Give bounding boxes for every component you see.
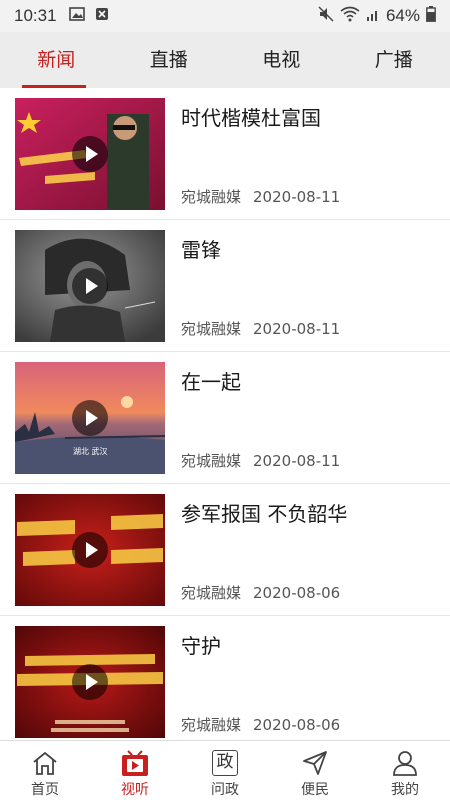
news-date: 2020-08-06 bbox=[253, 584, 341, 602]
list-item[interactable]: 参军报国 不负韶华 宛城融媒 2020-08-06 bbox=[0, 484, 450, 616]
news-source: 宛城融媒 bbox=[181, 320, 242, 338]
video-thumbnail[interactable] bbox=[15, 494, 165, 606]
zheng-icon-text: 政 bbox=[212, 750, 238, 776]
send-icon bbox=[300, 749, 330, 777]
battery-icon bbox=[426, 5, 436, 27]
news-title: 守护 bbox=[181, 634, 221, 658]
nav-service-label: 便民 bbox=[301, 782, 329, 798]
news-date: 2020-08-11 bbox=[253, 188, 341, 206]
nav-video-label: 视听 bbox=[121, 782, 149, 798]
play-icon bbox=[72, 268, 108, 304]
nav-home[interactable]: 首页 bbox=[0, 741, 90, 800]
news-source: 宛城融媒 bbox=[181, 452, 242, 470]
bottom-nav: 首页 视听 政 问政 便民 我的 bbox=[0, 740, 450, 800]
news-source: 宛城融媒 bbox=[181, 584, 242, 602]
news-title: 雷锋 bbox=[181, 238, 221, 262]
image-icon bbox=[68, 6, 85, 26]
play-icon bbox=[72, 664, 108, 700]
notification-icon bbox=[95, 6, 109, 26]
wifi-icon bbox=[340, 6, 360, 27]
list-item[interactable]: 湖北 武汉 在一起 宛城融媒 2020-08-11 bbox=[0, 352, 450, 484]
news-title: 在一起 bbox=[181, 370, 241, 394]
news-title: 参军报国 不负韶华 bbox=[181, 502, 348, 526]
video-icon bbox=[120, 749, 150, 777]
news-source: 宛城融媒 bbox=[181, 716, 242, 734]
news-date: 2020-08-11 bbox=[253, 452, 341, 470]
news-meta: 宛城融媒 2020-08-11 bbox=[181, 318, 340, 339]
news-meta: 宛城融媒 2020-08-11 bbox=[181, 450, 340, 471]
list-item[interactable]: 时代楷模杜富国 宛城融媒 2020-08-11 bbox=[0, 88, 450, 220]
video-thumbnail[interactable] bbox=[15, 626, 165, 738]
thumbnail-caption: 湖北 武汉 bbox=[73, 447, 108, 456]
tab-tv[interactable]: 电视 bbox=[225, 32, 338, 88]
tab-news[interactable]: 新闻 bbox=[0, 32, 113, 88]
signal-icon bbox=[366, 6, 380, 26]
tab-radio[interactable]: 广播 bbox=[338, 32, 450, 88]
news-meta: 宛城融媒 2020-08-06 bbox=[181, 582, 340, 603]
status-time: 10:31 bbox=[14, 6, 57, 25]
play-icon bbox=[72, 400, 108, 436]
news-list: 时代楷模杜富国 宛城融媒 2020-08-11 雷锋 宛城融媒 2020-08-11 bbox=[0, 88, 450, 740]
category-tabs: 新闻 直播 电视 广播 bbox=[0, 32, 450, 88]
video-thumbnail[interactable]: 湖北 武汉 bbox=[15, 362, 165, 474]
user-icon bbox=[390, 749, 420, 777]
nav-home-label: 首页 bbox=[31, 782, 59, 798]
video-thumbnail[interactable] bbox=[15, 98, 165, 210]
nav-zheng-label: 问政 bbox=[211, 782, 239, 798]
news-meta: 宛城融媒 2020-08-06 bbox=[181, 714, 340, 735]
home-icon bbox=[30, 749, 60, 777]
news-meta: 宛城融媒 2020-08-11 bbox=[181, 186, 340, 207]
nav-video[interactable]: 视听 bbox=[90, 741, 180, 800]
battery-text: 64% bbox=[385, 6, 420, 25]
news-title: 时代楷模杜富国 bbox=[181, 106, 321, 130]
nav-mine-label: 我的 bbox=[391, 782, 419, 798]
list-item[interactable]: 守护 宛城融媒 2020-08-06 bbox=[0, 616, 450, 740]
mute-icon bbox=[318, 5, 334, 27]
news-date: 2020-08-11 bbox=[253, 320, 341, 338]
zheng-icon: 政 bbox=[210, 749, 240, 777]
play-icon bbox=[72, 136, 108, 172]
tab-live[interactable]: 直播 bbox=[113, 32, 226, 88]
nav-mine[interactable]: 我的 bbox=[360, 741, 450, 800]
news-source: 宛城融媒 bbox=[181, 188, 242, 206]
nav-zheng[interactable]: 政 问政 bbox=[180, 741, 270, 800]
play-icon bbox=[72, 532, 108, 568]
video-thumbnail[interactable] bbox=[15, 230, 165, 342]
news-date: 2020-08-06 bbox=[253, 716, 341, 734]
list-item[interactable]: 雷锋 宛城融媒 2020-08-11 bbox=[0, 220, 450, 352]
nav-service[interactable]: 便民 bbox=[270, 741, 360, 800]
status-bar: 10:31 64% bbox=[0, 0, 450, 32]
